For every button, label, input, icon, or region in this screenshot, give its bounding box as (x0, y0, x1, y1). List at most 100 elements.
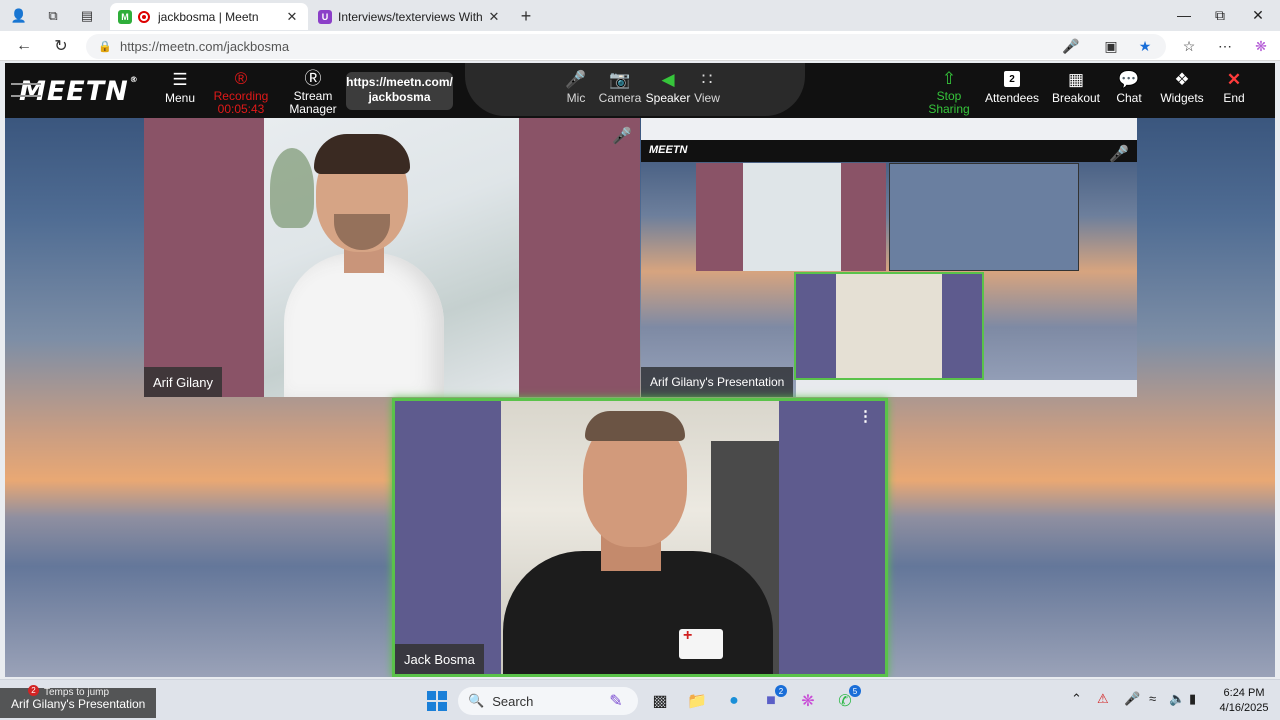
stream-label: Stream Manager (289, 89, 337, 116)
copilot-icon[interactable]: ❋ (1250, 35, 1272, 57)
back-icon[interactable]: ← (13, 35, 35, 57)
teams-badge: 2 (775, 685, 787, 697)
attendees-button[interactable]: 2 Attendees (983, 68, 1041, 116)
arif-video-feed (264, 118, 519, 397)
recording-button[interactable]: ® Recording 00:05:43 (211, 68, 271, 116)
shared-screen-feed: MEETN (641, 118, 1137, 397)
start-windows-icon[interactable] (425, 689, 449, 713)
favorite-star-icon[interactable]: ★ (1134, 35, 1156, 57)
logo-speed-lines (11, 83, 41, 97)
widgets-news-icon[interactable]: ✎ (604, 689, 628, 713)
tab-title: Interviews/texterviews With Jack (338, 9, 486, 24)
tab-title: jackbosma | Meetn (158, 9, 259, 24)
whatsapp-badge: 5 (849, 685, 861, 697)
breakout-button[interactable]: ▦ Breakout (1051, 68, 1101, 116)
close-tab-icon[interactable]: ✕ (486, 9, 502, 25)
stream-manager-button[interactable]: Ⓡ Stream Manager (285, 68, 341, 116)
end-label: End (1223, 91, 1245, 105)
video-tile-presentation[interactable]: MEETN 🎤 Arif Gilany's Presentation (641, 118, 1137, 397)
meeting-url-line1: https://meetn.com/ (346, 75, 453, 89)
vertical-tabs-icon[interactable]: ▤ (76, 5, 98, 27)
end-button[interactable]: ✕ End (1219, 68, 1249, 116)
system-clock[interactable]: 6:24 PM 4/16/2025 (1216, 686, 1272, 716)
clock-time: 6:24 PM (1223, 687, 1265, 699)
clock-date: 4/16/2025 (1219, 702, 1269, 714)
file-explorer-icon[interactable]: 📁 (685, 689, 709, 713)
view-grid-icon: ∷ (701, 69, 713, 89)
mic-button[interactable]: 🎤 Mic (562, 68, 590, 116)
breakout-icon: ▦ (1067, 69, 1085, 89)
stream-icon: Ⓡ (304, 68, 322, 88)
video-tile-jack[interactable]: ⋮ Jack Bosma (392, 398, 888, 677)
meeting-url-pill[interactable]: https://meetn.com/ jackbosma (346, 72, 453, 110)
meeting-url-line2: jackbosma (368, 90, 431, 104)
widgets-button[interactable]: ❖ Widgets (1158, 68, 1206, 116)
browser-tab-strip: 👤 ⧉ ▤ M jackbosma | Meetn ✕ U Interviews… (0, 0, 1280, 31)
copilot-taskbar-icon[interactable]: ❋ (796, 689, 820, 713)
search-label: Search (492, 693, 534, 709)
restore-icon[interactable]: ⧉ (1200, 4, 1240, 26)
new-tab-button[interactable]: + (515, 5, 537, 27)
attendee-count-badge: 2 (1004, 71, 1020, 87)
speaker-icon: ◀ (661, 69, 675, 89)
task-view-icon[interactable]: ▩ (648, 689, 672, 713)
speaker-button[interactable]: ◀ Speaker (645, 68, 691, 116)
mic-label: Mic (566, 91, 586, 105)
profile-icon[interactable]: 👤 (8, 5, 30, 27)
minimize-icon[interactable]: — (1164, 4, 1204, 26)
meetn-favicon-icon: M (118, 9, 132, 24)
battery-icon[interactable]: ▮ (1189, 691, 1196, 707)
meetn-logo: MEETN ® (11, 75, 139, 107)
muted-mic-icon: 🎤 (1109, 146, 1129, 163)
stop-sharing-icon: ⇧ (941, 68, 957, 88)
chat-button[interactable]: 💬 Chat (1115, 68, 1143, 116)
teams-icon[interactable]: ■ 2 (759, 685, 787, 713)
menu-button[interactable]: ☰ Menu (163, 68, 197, 116)
participant-name-label: Arif Gilany (144, 367, 222, 397)
tab-interviews[interactable]: U Interviews/texterviews With Jack ✕ (310, 3, 510, 30)
camera-button[interactable]: 📷 Camera (598, 68, 642, 116)
tab-meetn[interactable]: M jackbosma | Meetn ✕ (110, 3, 308, 30)
site-favicon-icon: U (318, 9, 332, 24)
url-text: https://meetn.com/jackbosma (120, 39, 290, 54)
view-label: View (694, 91, 720, 105)
record-icon: ® (234, 68, 248, 88)
recording-timer: 00:05:43 (217, 102, 265, 116)
show-hidden-icons-icon[interactable]: ⌃ (1071, 691, 1082, 707)
edge-browser-icon[interactable]: ● (722, 689, 746, 713)
meetn-meeting-room: MEETN ® ☰ Menu ® Recording 00:05:43 Ⓡ Str… (5, 63, 1275, 677)
mic-icon: 🎤 (565, 69, 587, 89)
volume-icon[interactable]: 🔈 (1169, 691, 1185, 707)
mic-permission-icon[interactable]: 🎤 (1060, 35, 1082, 57)
address-bar-row: ← ↻ 🔒 https://meetn.com/jackbosma 🎤 ▣ ★ … (0, 31, 1280, 61)
muted-mic-icon: 🎤 (612, 128, 632, 145)
wifi-icon[interactable]: ≈ (1149, 691, 1156, 706)
microphone-tray-icon[interactable]: 🎤 (1124, 691, 1140, 707)
presentation-name-label: Arif Gilany's Presentation (641, 367, 794, 397)
video-tile-arif[interactable]: 🎤 Arif Gilany (144, 118, 640, 397)
tile-options-icon[interactable]: ⋮ (858, 407, 873, 425)
camera-off-icon: 📷 (609, 69, 631, 89)
app-available-icon[interactable]: ▣ (1100, 35, 1122, 57)
camera-label: Camera (598, 91, 642, 105)
url-input[interactable]: 🔒 https://meetn.com/jackbosma (86, 34, 1166, 59)
close-tab-icon[interactable]: ✕ (284, 9, 300, 25)
favorites-icon[interactable]: ☆ (1178, 35, 1200, 57)
whatsapp-icon[interactable]: ✆ 5 (833, 685, 861, 713)
lock-icon: 🔒 (98, 41, 112, 53)
widgets-label: Widgets (1160, 91, 1204, 105)
breakout-label: Breakout (1051, 91, 1101, 105)
speaker-label: Speaker (645, 91, 691, 105)
hamburger-icon: ☰ (172, 69, 188, 89)
stop-sharing-button[interactable]: ⇧ Stop Sharing (925, 68, 973, 116)
end-call-x-icon: ✕ (1226, 69, 1242, 89)
security-alert-icon[interactable]: ⚠ (1097, 691, 1109, 707)
jack-video-feed (501, 401, 779, 674)
view-button[interactable]: ∷ View (693, 68, 721, 116)
more-options-icon[interactable]: ⋯ (1214, 35, 1236, 57)
taskbar-window-preview[interactable]: 2 Temps to jump Arif Gilany's Presentati… (0, 685, 156, 718)
recording-indicator-icon (138, 10, 150, 23)
workspaces-icon[interactable]: ⧉ (42, 5, 64, 27)
close-window-icon[interactable]: ✕ (1238, 4, 1278, 26)
refresh-icon[interactable]: ↻ (50, 35, 72, 57)
